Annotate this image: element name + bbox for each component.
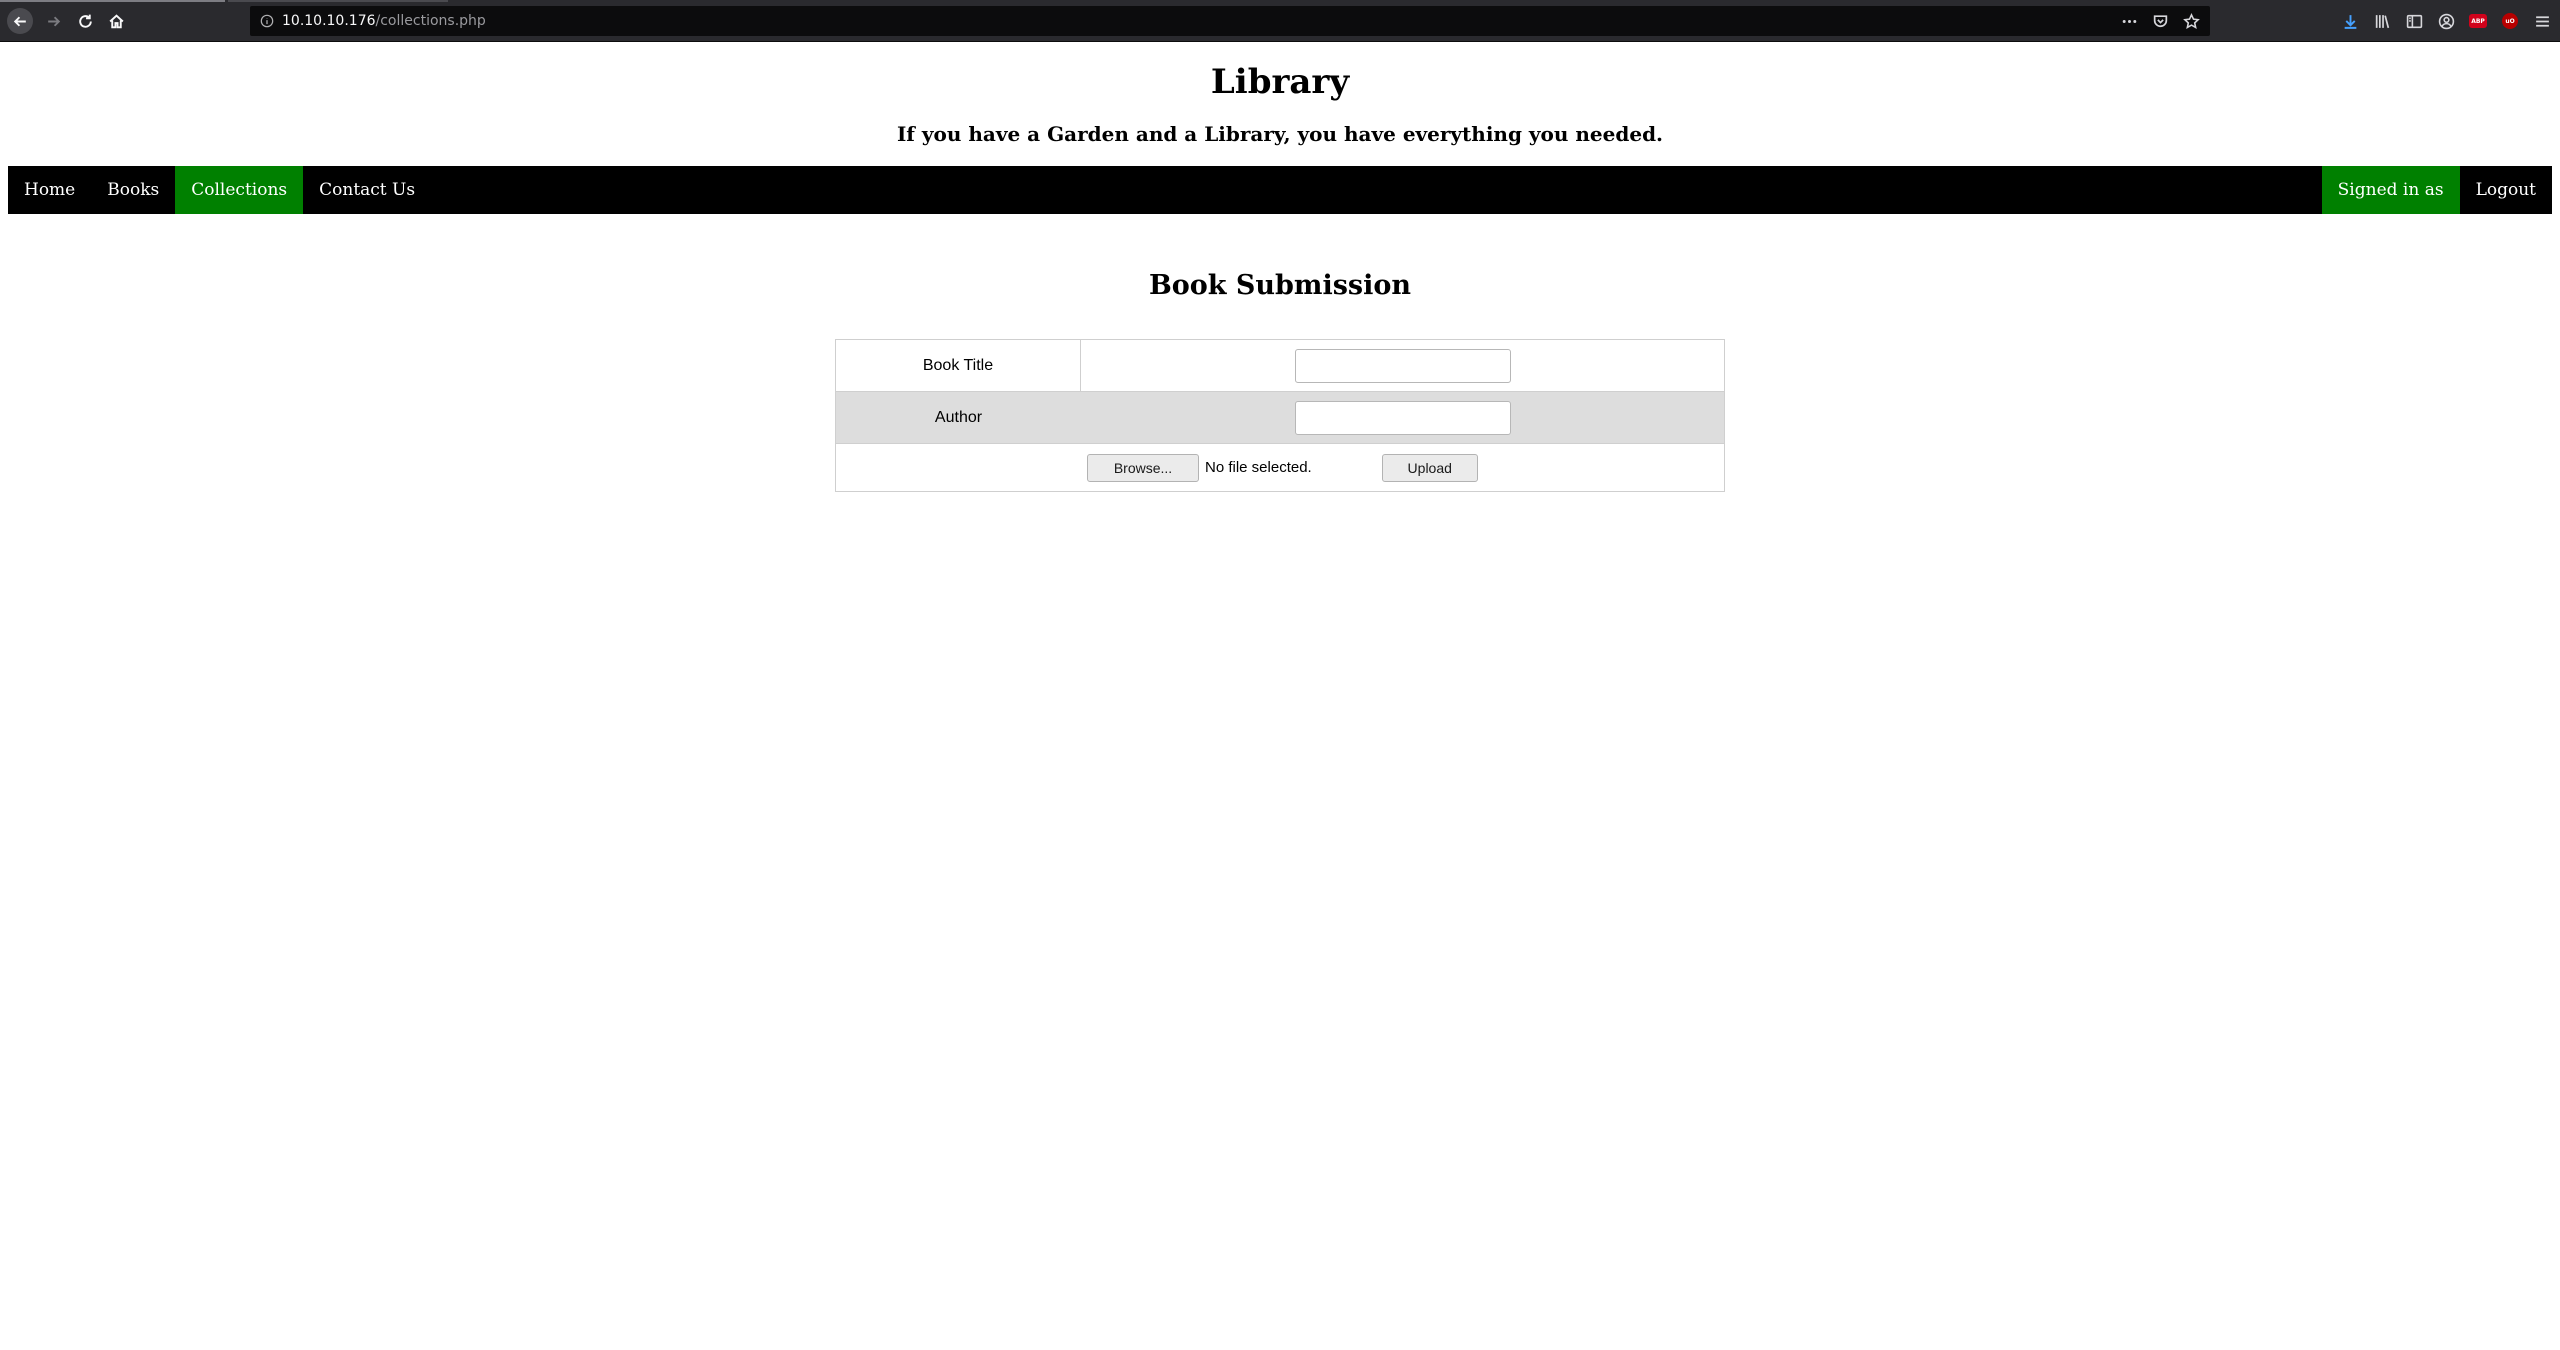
arrow-right-icon — [47, 16, 60, 26]
adblock-plus-icon: ABP — [2469, 14, 2487, 28]
file-upload-row: Browse... No file selected. Upload — [836, 444, 1724, 491]
account-button[interactable] — [2434, 9, 2458, 33]
forward-button[interactable] — [40, 8, 66, 34]
bookmark-star-icon[interactable] — [2183, 13, 2200, 30]
site-title: Library — [1210, 62, 1350, 102]
browse-button[interactable]: Browse... — [1087, 453, 1199, 482]
sidebar-icon — [2406, 14, 2422, 28]
page-content: Library If you have a Garden and a Libra… — [0, 42, 2560, 1350]
book-submission-form: Book Title Author Browse... No file sele… — [835, 339, 1725, 492]
author-label: Author — [934, 408, 983, 426]
library-icon — [2375, 14, 2389, 28]
nav-signed-in[interactable]: Signed in as — [2321, 166, 2460, 214]
download-arrow-icon — [2344, 14, 2356, 29]
reload-button[interactable] — [72, 8, 98, 34]
home-icon — [108, 13, 124, 28]
author-input[interactable] — [1294, 400, 1511, 435]
author-cell — [1081, 392, 1724, 443]
more-actions-icon[interactable] — [2121, 13, 2138, 30]
browser-toolbar: 10.10.10.176/collections.php ABP uO — [0, 0, 2560, 42]
address-bar[interactable]: 10.10.10.176/collections.php — [250, 6, 2210, 36]
menu-button[interactable] — [2530, 9, 2554, 33]
url-actions — [2121, 13, 2200, 30]
nav-home[interactable]: Home — [8, 166, 91, 214]
nav-collections[interactable]: Collections — [175, 166, 304, 214]
toolbar-right: ABP uO — [2330, 9, 2560, 33]
book-submission-heading: Book Submission — [1148, 270, 1412, 301]
url-path: /collections.php — [375, 13, 486, 29]
author-row: Author — [836, 392, 1724, 444]
book-title-input[interactable] — [1294, 348, 1511, 383]
sidebar-button[interactable] — [2402, 9, 2426, 33]
account-icon — [2438, 13, 2454, 29]
file-upload-controls: Browse... No file selected. Upload — [836, 444, 1724, 491]
pocket-icon[interactable] — [2152, 13, 2169, 30]
arrow-left-icon — [13, 16, 26, 26]
url-text[interactable]: 10.10.10.176/collections.php — [282, 13, 486, 29]
library-button[interactable] — [2370, 9, 2394, 33]
home-button[interactable] — [103, 8, 129, 34]
tab-indicator — [0, 0, 225, 2]
main-navbar: Home Books Collections Contact Us Signed… — [8, 166, 2552, 214]
book-title-label: Book Title — [836, 340, 1081, 391]
info-icon[interactable] — [260, 14, 274, 28]
ublock-button[interactable]: uO — [2498, 9, 2522, 33]
downloads-button[interactable] — [2338, 9, 2362, 33]
nav-contact-us[interactable]: Contact Us — [303, 166, 431, 214]
file-status-text: No file selected. — [1205, 459, 1312, 476]
reload-icon — [78, 14, 92, 28]
adblock-plus-button[interactable]: ABP — [2466, 9, 2490, 33]
back-button[interactable] — [7, 8, 33, 34]
book-title-cell — [1081, 340, 1724, 391]
nav-logout[interactable]: Logout — [2460, 166, 2552, 214]
nav-books[interactable]: Books — [91, 166, 175, 214]
upload-button[interactable]: Upload — [1381, 453, 1478, 482]
hamburger-menu-icon — [2535, 15, 2549, 27]
url-host: 10.10.10.176 — [282, 13, 376, 29]
book-title-row: Book Title — [836, 340, 1724, 392]
site-tagline: If you have a Garden and a Library, you … — [896, 122, 1664, 146]
tab-indicator-inactive — [228, 0, 448, 2]
ublock-origin-icon: uO — [2502, 13, 2518, 29]
